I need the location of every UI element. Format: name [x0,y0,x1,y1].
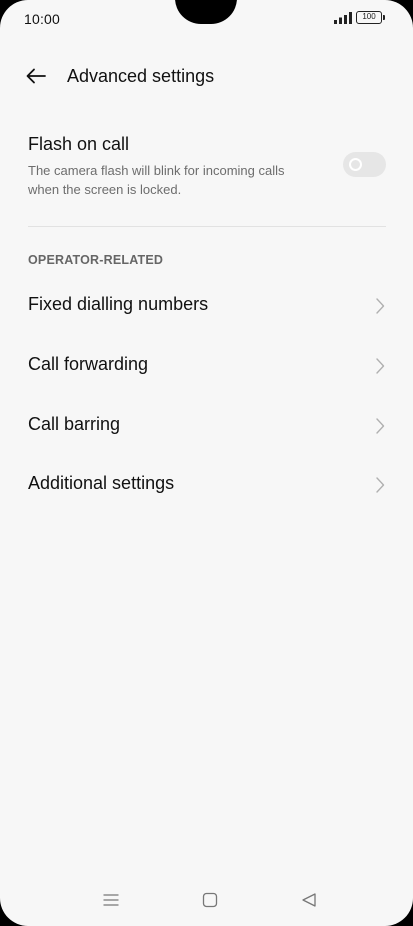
menu-item-label: Fixed dialling numbers [28,294,209,314]
status-bar: 10:00 100 [0,0,413,40]
section-header-operator-related: OPERATOR-RELATED [28,253,164,267]
chevron-right-icon [376,418,385,434]
arrow-left-icon [26,68,46,84]
status-time: 10:00 [24,11,61,27]
header: Advanced settings [0,56,413,96]
phone-screen: 10:00 100 Advanced settings Flash on cal… [0,0,413,926]
divider [28,226,386,227]
menu-item-call-barring[interactable]: Call barring [0,398,413,454]
signal-icon [334,12,352,24]
back-button[interactable] [22,62,50,90]
menu-icon [103,894,119,906]
flash-on-call-row[interactable]: Flash on call The camera flash will blin… [0,128,413,208]
chevron-right-icon [376,298,385,314]
menu-item-label: Call forwarding [28,354,149,374]
home-icon [202,892,218,908]
toggle-knob [349,158,362,171]
chevron-right-icon [376,477,385,493]
menu-item-fixed-dialling-numbers[interactable]: Fixed dialling numbers [0,278,413,334]
battery-level: 100 [362,12,376,21]
menu-item-call-forwarding[interactable]: Call forwarding [0,338,413,394]
flash-on-call-toggle[interactable] [343,152,386,177]
navigation-bar [0,880,413,920]
menu-item-additional-settings[interactable]: Additional settings [0,457,413,513]
battery-icon: 100 [356,11,385,24]
back-triangle-icon [302,893,316,907]
flash-on-call-description: The camera flash will blink for incoming… [28,163,285,197]
menu-item-label: Additional settings [28,473,175,493]
recents-button[interactable] [99,888,123,912]
chevron-right-icon [376,358,385,374]
back-nav-button[interactable] [297,888,321,912]
home-button[interactable] [198,888,222,912]
page-title: Advanced settings [67,66,215,86]
menu-item-label: Call barring [28,414,121,434]
flash-on-call-title: Flash on call [28,134,130,154]
